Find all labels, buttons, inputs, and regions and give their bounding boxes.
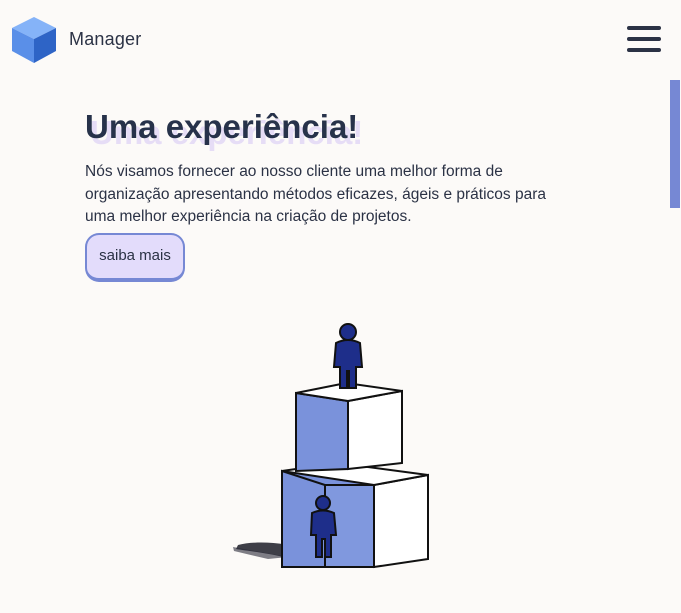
menu-bar bbox=[627, 37, 661, 41]
cube-logo-icon[interactable] bbox=[10, 15, 58, 65]
saiba-mais-button[interactable]: saiba mais bbox=[85, 233, 185, 282]
hamburger-menu-icon[interactable] bbox=[627, 24, 661, 54]
people-on-boxes-illustration bbox=[228, 295, 438, 595]
menu-bar bbox=[627, 48, 661, 52]
hero-title: Uma experiência! bbox=[85, 108, 359, 145]
hero-description: Nós visamos fornecer ao nosso cliente um… bbox=[85, 163, 546, 225]
top-header: Manager bbox=[0, 0, 681, 80]
landing-page: Manager Uma experiência! Nós visamos for… bbox=[0, 0, 681, 613]
page-scrollbar[interactable] bbox=[669, 80, 681, 613]
brand-name[interactable]: Manager bbox=[69, 29, 141, 50]
menu-bar bbox=[627, 26, 661, 30]
scrollbar-thumb[interactable] bbox=[670, 80, 680, 208]
